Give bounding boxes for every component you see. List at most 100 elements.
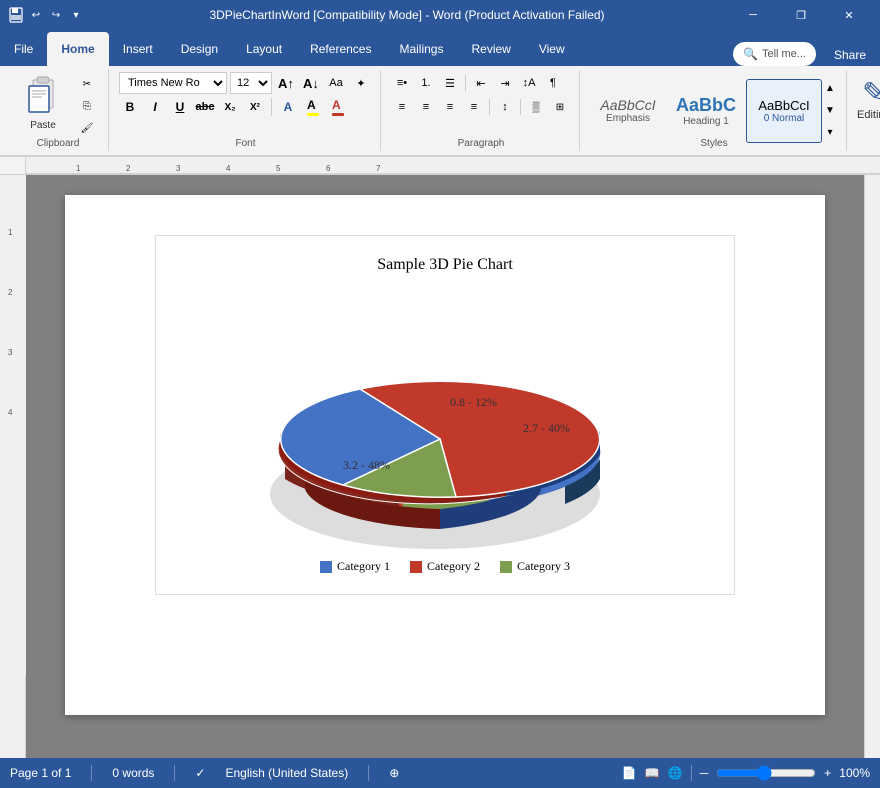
increase-indent-button[interactable]: ⇥ (494, 72, 516, 94)
status-sep-2 (174, 765, 175, 781)
share-button[interactable]: Share (820, 44, 880, 66)
window-controls: ─ ❐ ✕ (730, 0, 872, 30)
style-heading1[interactable]: AaBbC Heading 1 (668, 79, 744, 143)
redo-icon[interactable]: ↪ (48, 7, 64, 23)
customize-icon[interactable]: ▾ (68, 7, 84, 23)
chart-legend: Category 1 Category 2 Category 3 (176, 559, 714, 574)
tab-mailings[interactable]: Mailings (385, 32, 457, 66)
text-effect-button[interactable]: A (277, 96, 299, 118)
styles-scroll: ▲ ▼ ▾ (822, 79, 838, 143)
view-read-icon[interactable]: 📖 (645, 766, 660, 780)
format-painter-button[interactable]: 🖌 (74, 118, 100, 138)
align-center-button[interactable]: ≡ (415, 96, 437, 118)
zoom-in-button[interactable]: + (824, 766, 831, 780)
justify-button[interactable]: ≡ (463, 96, 485, 118)
multilevel-list-button[interactable]: ☰ (439, 72, 461, 94)
tab-references[interactable]: References (296, 32, 385, 66)
copy-button[interactable]: ⎘ (74, 96, 100, 116)
cut-button[interactable]: ✂ (74, 74, 100, 94)
close-button[interactable]: ✕ (826, 0, 872, 30)
legend-color-1 (320, 561, 332, 573)
save-icon[interactable] (8, 7, 24, 23)
vertical-ruler: 1 2 3 4 (0, 175, 26, 758)
tab-insert[interactable]: Insert (109, 32, 167, 66)
tab-home[interactable]: Home (47, 32, 108, 66)
status-bar: Page 1 of 1 0 words ✓ English (United St… (0, 758, 880, 788)
zoom-out-button[interactable]: ─ (700, 766, 709, 780)
tab-design[interactable]: Design (167, 32, 232, 66)
undo-icon[interactable]: ↩ (28, 7, 44, 23)
status-sep-4 (691, 765, 692, 781)
font-row-1: Times New Ro 12 A↑ A↓ Aa ✦ (119, 72, 372, 94)
proofing-icon[interactable]: ✓ (195, 766, 205, 780)
legend-color-3 (500, 561, 512, 573)
ruler-corner (0, 157, 26, 174)
bullets-button[interactable]: ≡• (391, 72, 413, 94)
macro-icon[interactable]: ⊕ (389, 766, 399, 780)
tell-me-input[interactable]: 🔍 Tell me... (733, 42, 816, 66)
text-highlight-button[interactable]: A (302, 96, 324, 118)
change-case-button[interactable]: Aa (325, 72, 347, 94)
font-size-select[interactable]: 12 (230, 72, 272, 94)
align-left-button[interactable]: ≡ (391, 96, 413, 118)
word-count: 0 words (112, 766, 154, 780)
tab-view[interactable]: View (525, 32, 579, 66)
svg-text:6: 6 (326, 164, 331, 173)
clear-format-button[interactable]: ✦ (350, 72, 372, 94)
vertical-scrollbar[interactable] (864, 175, 880, 758)
svg-text:4: 4 (8, 408, 13, 417)
sort-button[interactable]: ↕A (518, 72, 540, 94)
styles-scroll-down[interactable]: ▼ (823, 101, 837, 121)
styles-scroll-up[interactable]: ▲ (823, 79, 837, 99)
svg-text:1: 1 (8, 228, 13, 237)
strikethrough-button[interactable]: abc (194, 96, 216, 118)
paste-button[interactable]: Paste (16, 72, 70, 134)
quick-access-toolbar: ↩ ↪ ▾ (8, 7, 84, 23)
font-name-select[interactable]: Times New Ro (119, 72, 227, 94)
subscript-button[interactable]: X₂ (219, 96, 241, 118)
title-bar: ↩ ↪ ▾ 3DPieChartInWord [Compatibility Mo… (0, 0, 880, 30)
font-group: Times New Ro 12 A↑ A↓ Aa ✦ B I U abc X₂ … (111, 70, 381, 151)
tab-layout[interactable]: Layout (232, 32, 296, 66)
decrease-indent-button[interactable]: ⇤ (470, 72, 492, 94)
legend-label-2: Category 2 (427, 559, 480, 574)
legend-item-3: Category 3 (500, 559, 570, 574)
chart-container: Sample 3D Pie Chart (155, 235, 735, 595)
editing-group: ✎ Editing (849, 70, 880, 151)
increase-font-button[interactable]: A↑ (275, 72, 297, 94)
style-emphasis[interactable]: AaBbCcI Emphasis (590, 79, 666, 143)
legend-label-3: Category 3 (517, 559, 570, 574)
ruler: 12 34 56 7 (0, 157, 880, 175)
svg-text:3: 3 (8, 348, 13, 357)
pie-chart-final: 2.7 - 40% 3.2 - 48% 0.8 - 12% (225, 284, 665, 544)
shading-button[interactable]: ▒ (525, 96, 547, 118)
view-print-icon[interactable]: 📄 (622, 766, 637, 780)
numbering-button[interactable]: 1. (415, 72, 437, 94)
style-normal[interactable]: AaBbCcI 0 Normal (746, 79, 822, 143)
zoom-slider[interactable] (716, 765, 816, 781)
main-area: 1 2 3 4 Sample 3D Pie Chart (0, 175, 880, 758)
tab-review[interactable]: Review (457, 32, 524, 66)
font-color-button[interactable]: A (327, 96, 349, 118)
bold-button[interactable]: B (119, 96, 141, 118)
borders-button[interactable]: ⊞ (549, 96, 571, 118)
view-web-icon[interactable]: 🌐 (668, 766, 683, 780)
horizontal-ruler: 12 34 56 7 (26, 157, 880, 174)
minimize-button[interactable]: ─ (730, 0, 776, 30)
italic-button[interactable]: I (144, 96, 166, 118)
tab-file[interactable]: File (0, 32, 47, 66)
underline-button[interactable]: U (169, 96, 191, 118)
chart-title: Sample 3D Pie Chart (176, 256, 714, 274)
superscript-button[interactable]: X² (244, 96, 266, 118)
show-formatting-button[interactable]: ¶ (542, 72, 564, 94)
document-area: Sample 3D Pie Chart (26, 175, 864, 758)
clipboard-label: Clipboard (8, 138, 108, 149)
line-spacing-button[interactable]: ↕ (494, 96, 516, 118)
para-row-2: ≡ ≡ ≡ ≡ ↕ ▒ ⊞ (391, 96, 571, 118)
svg-text:7: 7 (376, 164, 381, 173)
editing-label: Editing (857, 109, 880, 121)
decrease-font-button[interactable]: A↓ (300, 72, 322, 94)
restore-button[interactable]: ❐ (778, 0, 824, 30)
align-right-button[interactable]: ≡ (439, 96, 461, 118)
zoom-level: 100% (839, 766, 870, 780)
